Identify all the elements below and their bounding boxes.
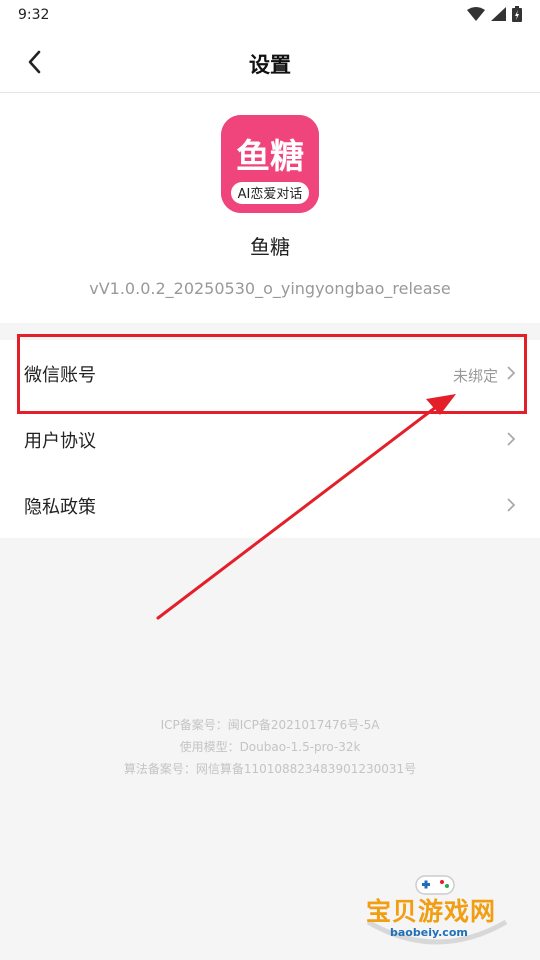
annotation-highlight-box — [17, 334, 527, 414]
nav-bar: 设置 — [0, 32, 540, 93]
app-logo-text: 鱼糖 — [236, 137, 304, 177]
app-info-section: 鱼糖 AI恋爱对话 鱼糖 vV1.0.0.2_20250530_o_yingyo… — [0, 93, 540, 323]
menu-item-privacy-policy[interactable]: 隐私政策 — [0, 472, 540, 538]
menu-item-label: 隐私政策 — [24, 497, 96, 518]
chevron-right-icon — [507, 432, 516, 446]
watermark: 宝贝游戏网 baobeiy.com — [362, 868, 512, 958]
status-icons — [467, 6, 522, 22]
app-logo: 鱼糖 AI恋爱对话 — [221, 115, 319, 213]
footer-info: ICP备案号：闽ICP备2021017476号-5A 使用模型：Doubao-1… — [0, 714, 540, 780]
app-logo-tagline: AI恋爱对话 — [238, 186, 303, 202]
icp-record: ICP备案号：闽ICP备2021017476号-5A — [160, 718, 380, 732]
menu-item-user-agreement[interactable]: 用户协议 — [0, 406, 540, 472]
watermark-url: baobeiy.com — [390, 926, 468, 939]
battery-icon — [512, 6, 522, 22]
page-title: 设置 — [249, 53, 291, 77]
app-version: vV1.0.0.2_20250530_o_yingyongbao_release — [89, 279, 451, 298]
algorithm-record: 算法备案号：网信算备110108823483901230031号 — [123, 762, 417, 776]
wifi-icon — [467, 7, 485, 21]
menu-item-label: 用户协议 — [24, 431, 96, 452]
signal-icon — [491, 7, 506, 21]
status-time: 9:32 — [18, 7, 50, 23]
watermark-text: 宝贝游戏网 — [366, 897, 497, 926]
chevron-right-icon — [507, 498, 516, 512]
app-name: 鱼糖 — [250, 235, 290, 259]
status-bar: 9:32 — [0, 0, 540, 32]
model-info: 使用模型：Doubao-1.5-pro-32k — [179, 740, 361, 754]
